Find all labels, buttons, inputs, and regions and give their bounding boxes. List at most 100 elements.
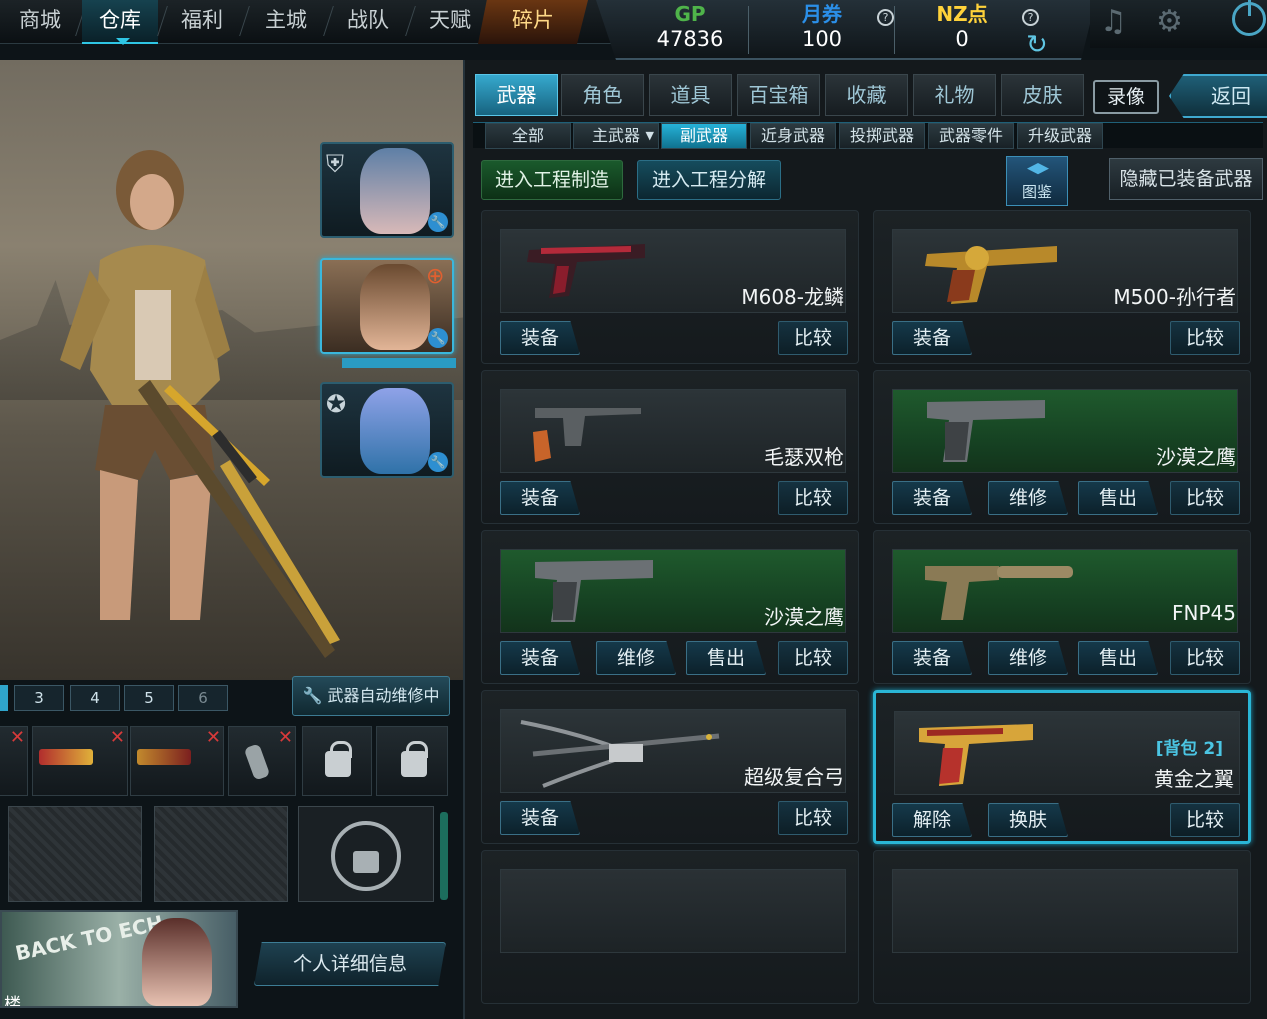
empty-weapon-card <box>481 850 859 1004</box>
repair-button[interactable]: 维修 <box>596 641 676 675</box>
equip-button[interactable]: 装备 <box>500 641 580 675</box>
tab-treasure-box[interactable]: 百宝箱 <box>737 74 820 116</box>
remove-icon[interactable]: ✕ <box>278 729 293 747</box>
weapon-card[interactable]: M500-孙行者 装备 比较 <box>873 210 1251 364</box>
refresh-icon[interactable]: ↻ <box>1026 30 1048 60</box>
equip-button[interactable]: 装备 <box>500 321 580 355</box>
slot-tab-3[interactable]: 3 <box>14 685 64 711</box>
subtab-all[interactable]: 全部 <box>485 123 571 149</box>
nav-fragments[interactable]: 碎片 <box>478 0 588 44</box>
extra-slot[interactable] <box>154 806 288 902</box>
compare-button[interactable]: 比较 <box>778 801 848 835</box>
empty-slot <box>500 869 846 953</box>
weapon-card[interactable]: 超级复合弓 装备 比较 <box>481 690 859 844</box>
extra-slot[interactable] <box>8 806 142 902</box>
event-banner[interactable]: BACK TO ECH 楼 <box>0 910 238 1008</box>
game-warehouse-screen: 商城 仓库 福利 主城 战队 天赋 碎片 GP 47836 月券 100 ? N… <box>0 0 1267 1019</box>
hide-equipped-button[interactable]: 隐藏已装备武器 <box>1109 158 1263 200</box>
wrench-icon[interactable]: 🔧 <box>428 452 448 472</box>
sell-button[interactable]: 售出 <box>686 641 766 675</box>
slot-tab-4[interactable]: 4 <box>70 685 120 711</box>
compare-button[interactable]: 比较 <box>1170 803 1240 837</box>
character-slot-3[interactable]: ✪ 🔧 <box>320 382 454 478</box>
equip-slot[interactable]: ✕ <box>0 726 28 796</box>
subtab-melee[interactable]: 近身武器 <box>750 123 836 149</box>
compare-button[interactable]: 比较 <box>778 321 848 355</box>
weapon-name: 沙漠之鹰 <box>764 605 844 629</box>
lock-icon <box>331 821 401 891</box>
nav-main-city[interactable]: 主城 <box>248 0 324 44</box>
equip-button[interactable]: 装备 <box>892 321 972 355</box>
subtab-upgrade[interactable]: 升级武器 <box>1017 123 1103 149</box>
remove-icon[interactable]: ✕ <box>10 729 25 747</box>
subtab-primary-label: 主武器 <box>591 126 640 145</box>
wrench-icon[interactable]: 🔧 <box>428 328 448 348</box>
equip-button[interactable]: 装备 <box>500 801 580 835</box>
slot-tab-active-marker <box>0 685 8 711</box>
sell-button[interactable]: 售出 <box>1078 481 1158 515</box>
repair-button[interactable]: 维修 <box>988 641 1068 675</box>
equip-slot[interactable]: ✕ <box>228 726 296 796</box>
tab-gifts[interactable]: 礼物 <box>913 74 996 116</box>
subtab-parts[interactable]: 武器零件 <box>928 123 1014 149</box>
tab-collection[interactable]: 收藏 <box>825 74 908 116</box>
auto-repair-button[interactable]: 🔧 武器自动维修中 <box>292 676 450 716</box>
nav-warehouse[interactable]: 仓库 <box>82 0 158 45</box>
equip-button[interactable]: 装备 <box>892 481 972 515</box>
nav-shop[interactable]: 商城 <box>2 0 78 44</box>
unequip-button[interactable]: 解除 <box>892 803 972 837</box>
subtab-secondary[interactable]: 副武器 <box>661 123 747 149</box>
sell-button[interactable]: 售出 <box>1078 641 1158 675</box>
weapon-card[interactable]: 沙漠之鹰 装备 维修 售出 比较 <box>481 530 859 684</box>
gp-currency: GP 47836 <box>620 3 760 53</box>
power-icon[interactable] <box>1232 0 1266 36</box>
music-icon[interactable]: ♫ <box>1100 4 1127 39</box>
help-icon[interactable]: ? <box>1022 9 1039 26</box>
compare-button[interactable]: 比较 <box>1170 481 1240 515</box>
voucher-value: 100 <box>801 27 843 51</box>
craft-button[interactable]: 进入工程制造 <box>481 160 623 200</box>
nav-team[interactable]: 战队 <box>330 0 406 44</box>
change-skin-button[interactable]: 换肤 <box>988 803 1068 837</box>
slot-tab-5[interactable]: 5 <box>124 685 174 711</box>
tab-characters[interactable]: 角色 <box>561 74 644 116</box>
wrench-icon[interactable]: 🔧 <box>428 212 448 232</box>
remove-icon[interactable]: ✕ <box>206 729 221 747</box>
tab-skins[interactable]: 皮肤 <box>1001 74 1084 116</box>
equip-button[interactable]: 装备 <box>892 641 972 675</box>
gp-value: 47836 <box>656 27 724 51</box>
slot-tab-6[interactable]: 6 <box>178 685 228 711</box>
compare-button[interactable]: 比较 <box>778 641 848 675</box>
equip-slot[interactable]: ✕ <box>32 726 128 796</box>
weapon-name: 毛瑟双枪 <box>764 445 844 469</box>
compare-button[interactable]: 比较 <box>1170 321 1240 355</box>
compare-button[interactable]: 比较 <box>778 481 848 515</box>
back-button[interactable]: 返回 <box>1169 74 1267 118</box>
pistol-icon <box>527 244 645 298</box>
weapon-card[interactable]: 毛瑟双枪 装备 比较 <box>481 370 859 524</box>
compare-button[interactable]: 比较 <box>1170 641 1240 675</box>
repair-button[interactable]: 维修 <box>988 481 1068 515</box>
disassemble-button[interactable]: 进入工程分解 <box>637 160 781 200</box>
weapon-card[interactable]: FNP45 装备 维修 售出 比较 <box>873 530 1251 684</box>
subtab-primary[interactable]: 主武器 ▼ <box>573 123 659 149</box>
equip-slot[interactable]: ✕ <box>130 726 224 796</box>
banner-character <box>142 918 212 1006</box>
atlas-button[interactable]: 图鉴 <box>1006 156 1068 206</box>
character-slot-1[interactable]: ⛨ 🔧 <box>320 142 454 238</box>
replay-button[interactable]: 录像 <box>1093 80 1159 114</box>
equip-button[interactable]: 装备 <box>500 481 580 515</box>
tab-weapons[interactable]: 武器 <box>475 74 558 116</box>
subtab-throwing[interactable]: 投掷武器 <box>839 123 925 149</box>
gear-icon[interactable]: ⚙ <box>1156 4 1183 39</box>
nz-label: NZ点 <box>936 2 988 26</box>
remove-icon[interactable]: ✕ <box>110 729 125 747</box>
nav-talent[interactable]: 天赋 <box>412 0 488 44</box>
tab-items[interactable]: 道具 <box>649 74 732 116</box>
weapon-card[interactable]: M608-龙鳞 装备 比较 <box>481 210 859 364</box>
personal-details-button[interactable]: 个人详细信息 <box>254 942 446 986</box>
weapon-card-selected[interactable]: [背包 2] 黄金之翼 解除 换肤 比较 <box>873 690 1251 844</box>
character-slot-2[interactable]: ⊕ 🔧 <box>320 258 454 354</box>
weapon-card[interactable]: 沙漠之鹰 装备 维修 售出 比较 <box>873 370 1251 524</box>
nav-welfare[interactable]: 福利 <box>164 0 240 44</box>
